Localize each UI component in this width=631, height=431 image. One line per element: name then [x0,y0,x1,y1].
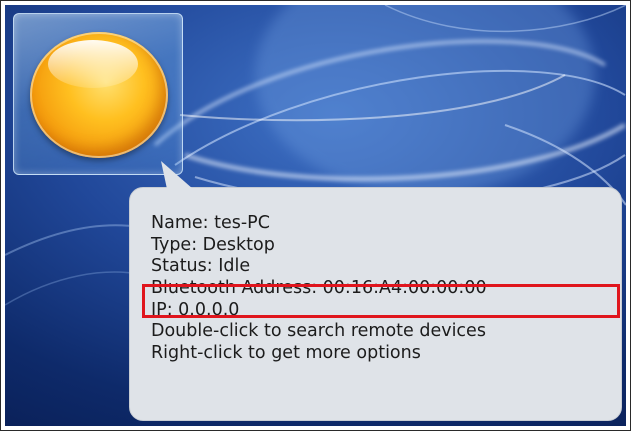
device-name-line: Name: tes-PC [151,213,270,233]
bluetooth-address-highlight [142,284,620,318]
screenshot-frame: Name: tes-PC Type: Desktop Status: Idle … [0,0,631,431]
device-status-line: Status: Idle [151,256,251,277]
desktop-sun-icon[interactable] [30,32,168,158]
right-click-hint: Right-click to get more options [151,343,421,364]
double-click-hint: Double-click to search remote devices [151,321,486,342]
device-type-line: Type: Desktop [151,234,275,255]
local-device-tile[interactable] [13,13,183,175]
tooltip-pointer [161,161,193,189]
icon-rim [30,32,168,158]
